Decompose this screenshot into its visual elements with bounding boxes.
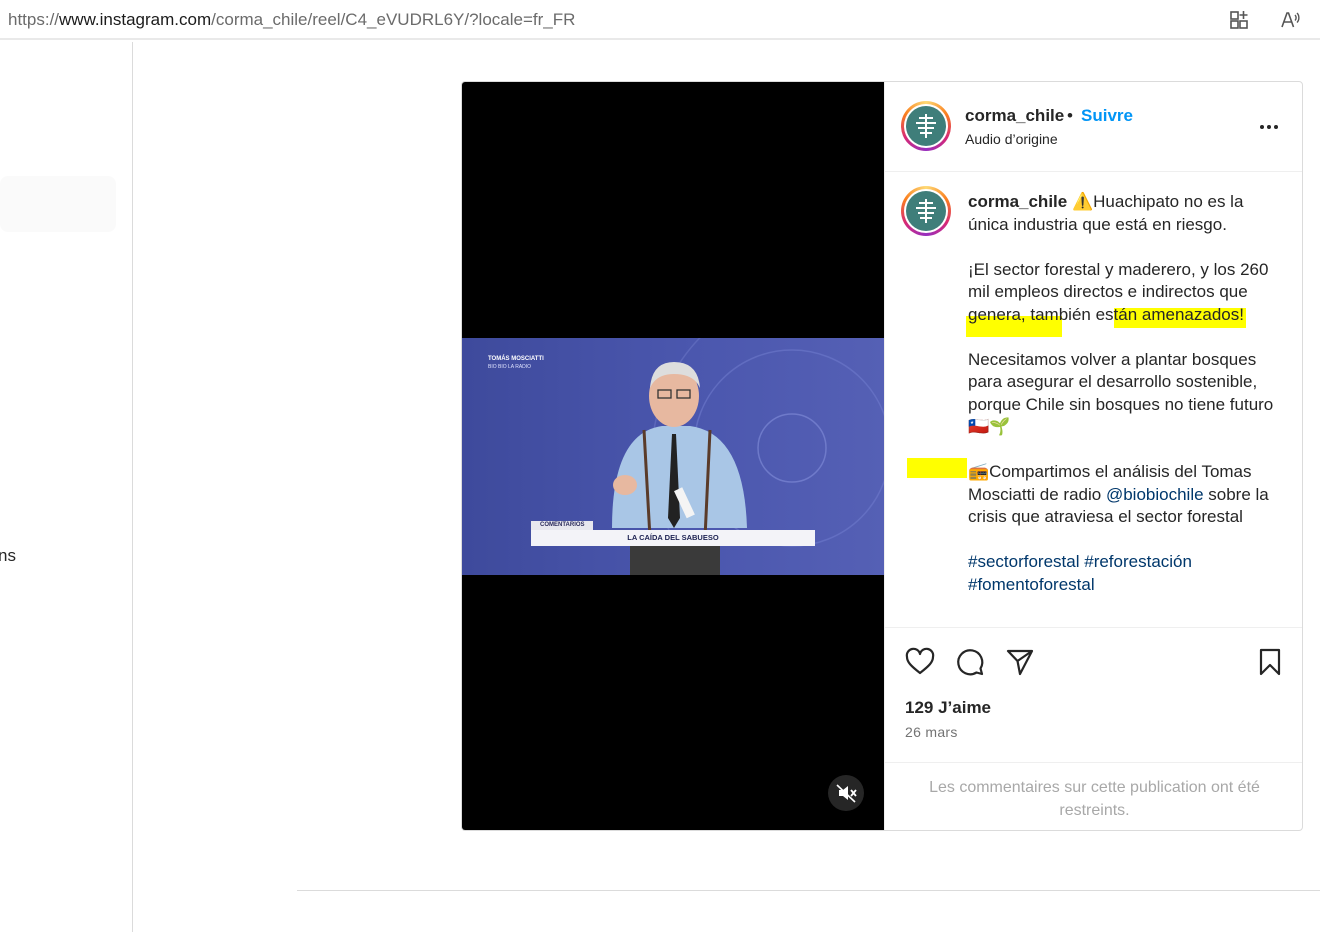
post-sidebar: corma_chile • Suivre Audio d’origine cor… bbox=[884, 82, 1302, 830]
corma-logo-icon bbox=[916, 199, 936, 223]
mute-button[interactable] bbox=[828, 775, 864, 811]
video-frame: TOMÁS MOSCIATTI BIO BIO LA RADIO COMENTA… bbox=[462, 338, 884, 575]
audio-label[interactable]: Audio d’origine bbox=[965, 131, 1058, 147]
lower-third-name: TOMÁS MOSCIATTI bbox=[488, 356, 544, 362]
divider bbox=[297, 890, 1320, 891]
post-username[interactable]: corma_chile bbox=[965, 106, 1064, 126]
url-text[interactable]: https://www.instagram.com/corma_chile/re… bbox=[8, 10, 575, 30]
caption-avatar[interactable] bbox=[901, 186, 951, 236]
url-scheme: https:// bbox=[8, 10, 60, 29]
speaker-muted-icon bbox=[836, 784, 857, 803]
nav-item-hover[interactable] bbox=[0, 176, 116, 232]
comments-restricted-notice: Les commentaires sur cette publication o… bbox=[885, 762, 1302, 830]
browser-address-bar[interactable]: https://www.instagram.com/corma_chile/re… bbox=[0, 0, 1320, 40]
more-options-icon[interactable] bbox=[1257, 115, 1281, 139]
post-date[interactable]: 26 mars bbox=[905, 724, 958, 740]
reel-post: TOMÁS MOSCIATTI BIO BIO LA RADIO COMENTA… bbox=[461, 81, 1303, 831]
post-header: corma_chile • Suivre Audio d’origine bbox=[885, 82, 1302, 172]
comments-restricted-text: Les commentaires sur cette publication o… bbox=[929, 779, 1260, 819]
follow-button[interactable]: Suivre bbox=[1081, 106, 1133, 126]
lower-third-outlet: BIO BIO LA RADIO bbox=[488, 364, 532, 370]
url-path: /corma_chile/reel/C4_eVUDRL6Y/?locale=fr… bbox=[211, 10, 576, 29]
banner-title: LA CAÍDA DEL SABUESO bbox=[627, 533, 719, 542]
caption-section: corma_chile ⚠️Huachipato no es la única … bbox=[885, 173, 1302, 628]
reel-video[interactable]: TOMÁS MOSCIATTI BIO BIO LA RADIO COMENTA… bbox=[462, 82, 884, 830]
add-tab-icon[interactable] bbox=[1229, 9, 1251, 31]
bookmark-icon[interactable] bbox=[1254, 646, 1286, 678]
hashtag-link[interactable]: #sectorforestal bbox=[968, 552, 1080, 571]
read-aloud-icon[interactable] bbox=[1279, 9, 1301, 31]
hashtag-link[interactable]: #fomentoforestal bbox=[968, 575, 1095, 594]
comment-icon[interactable] bbox=[954, 646, 986, 678]
caption-paragraph: Necesitamos volver a plantar bosques par… bbox=[968, 349, 1274, 437]
avatar[interactable] bbox=[901, 101, 951, 151]
yellow-highlight bbox=[907, 458, 967, 478]
mention-link[interactable]: @biobiochile bbox=[1106, 485, 1204, 504]
url-host: www.instagram.com bbox=[59, 10, 212, 29]
banner-tag: COMENTARIOS bbox=[540, 522, 585, 528]
likes-count[interactable]: 129 J’aime bbox=[905, 698, 991, 718]
left-navigation: ns bbox=[0, 42, 133, 932]
hashtag-link[interactable]: #reforestación bbox=[1084, 552, 1192, 571]
share-icon[interactable] bbox=[1004, 646, 1036, 678]
corma-logo-icon bbox=[916, 114, 936, 138]
nav-item-label[interactable]: ns bbox=[0, 546, 16, 566]
separator-dot: • bbox=[1067, 106, 1073, 125]
caption-username[interactable]: corma_chile bbox=[968, 192, 1067, 211]
caption-text: corma_chile ⚠️Huachipato no es la única … bbox=[968, 191, 1278, 596]
heart-icon[interactable] bbox=[904, 646, 936, 678]
caption-paragraph: ¡El sector forestal y maderero, y los 26… bbox=[968, 259, 1269, 324]
